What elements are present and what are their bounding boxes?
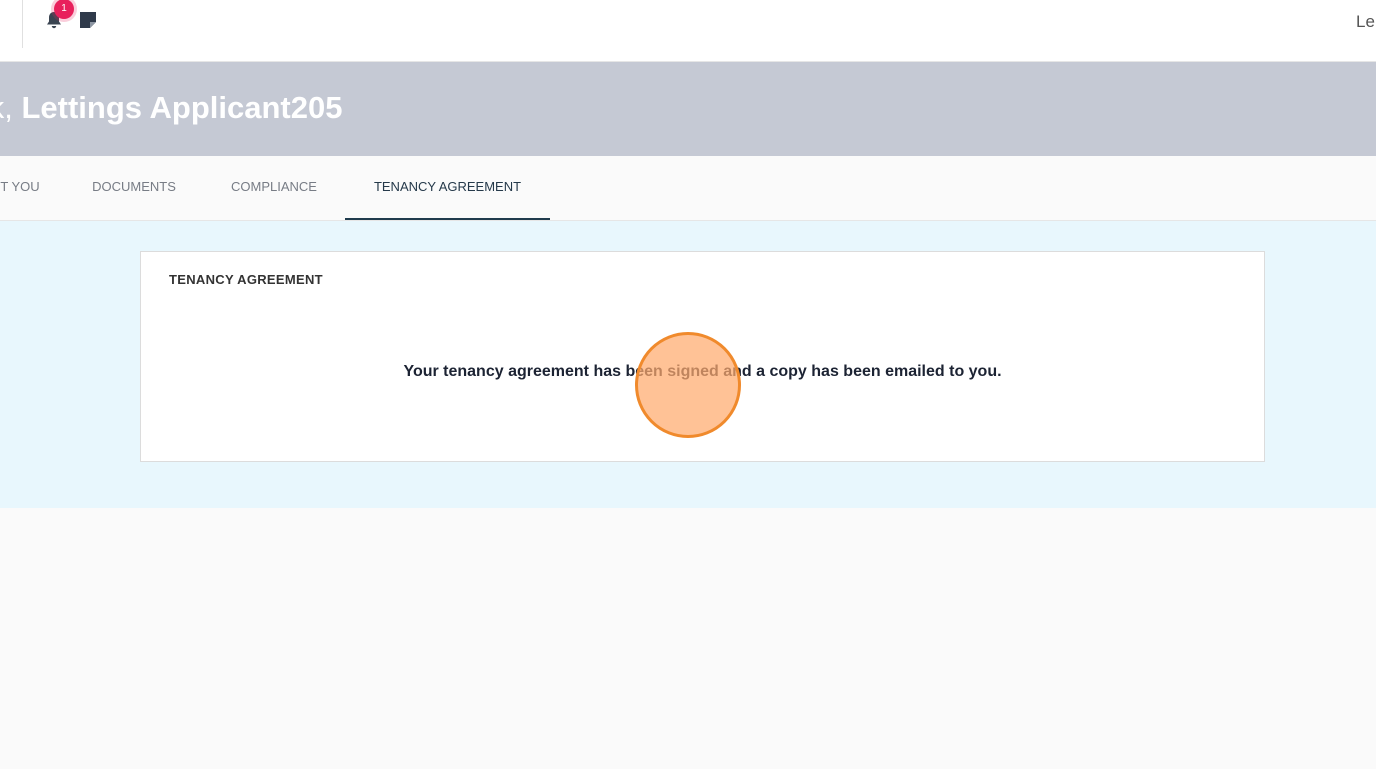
notes-button[interactable] — [79, 11, 97, 29]
click-indicator — [635, 332, 741, 438]
tab-about-you[interactable]: T YOU — [0, 156, 46, 218]
tab-bar: T YOU DOCUMENTS COMPLIANCE TENANCY AGREE… — [0, 156, 1376, 221]
sticky-note-icon — [80, 12, 96, 28]
welcome-user-name: Lettings Applicant205 — [21, 90, 343, 125]
notification-badge: 1 — [54, 0, 74, 19]
welcome-heading: ack, Lettings Applicant205 — [0, 90, 342, 126]
page: 1 Le ack, Lettings Applicant205 T YOU DO… — [0, 0, 1376, 769]
user-menu-name[interactable]: Le — [1356, 12, 1375, 32]
card-title: TENANCY AGREEMENT — [169, 272, 323, 287]
notifications-button[interactable]: 1 — [44, 0, 74, 30]
top-bar: 1 Le — [0, 0, 1376, 62]
tab-compliance[interactable]: COMPLIANCE — [204, 156, 344, 218]
welcome-banner: ack, Lettings Applicant205 — [0, 62, 1376, 156]
divider — [22, 0, 23, 48]
tab-tenancy-agreement[interactable]: TENANCY AGREEMENT — [345, 156, 550, 220]
welcome-prefix: ack, — [0, 90, 13, 125]
tab-documents[interactable]: DOCUMENTS — [64, 156, 204, 218]
